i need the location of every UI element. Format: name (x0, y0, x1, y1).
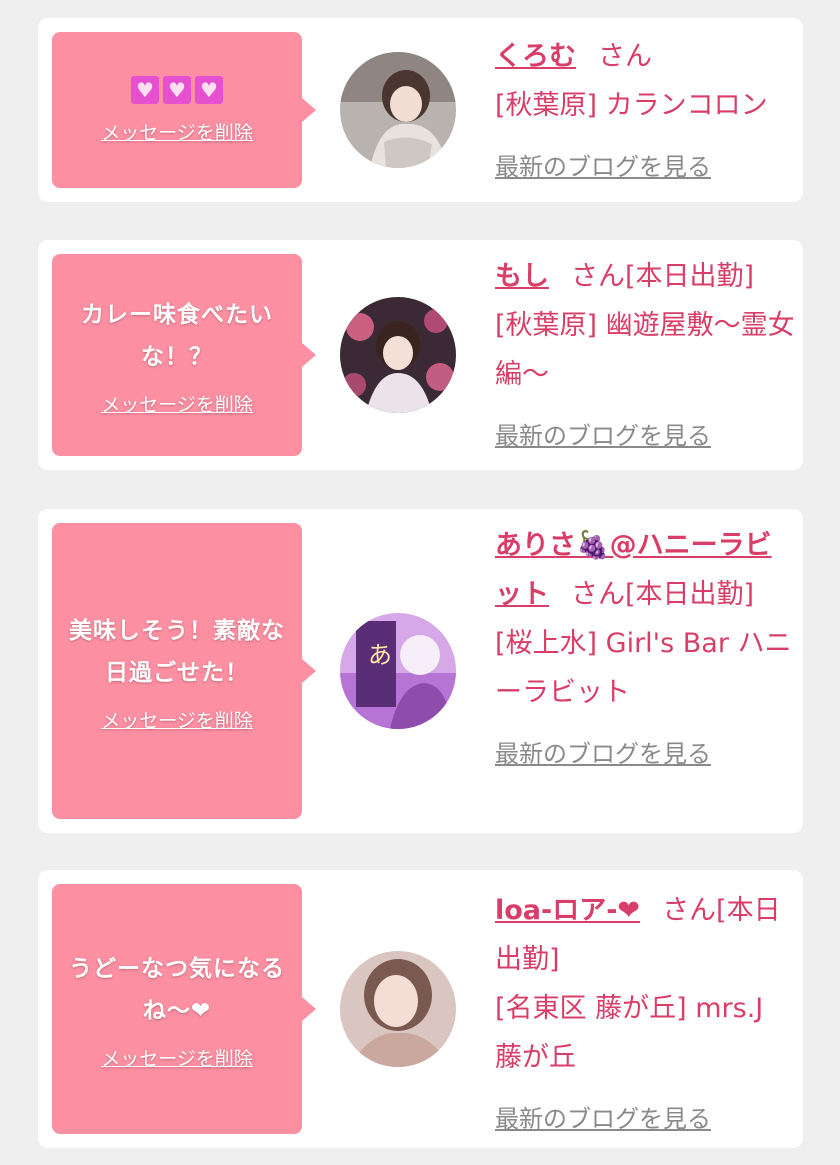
message-card: ♥ ♥ ♥ メッセージを削除 くろむ さん [秋葉原] カランコロン 最新のブログ… (38, 18, 803, 202)
message-bubble: 美味しそう！素敵な日過ごせた！ メッセージを削除 (52, 523, 316, 819)
shop-name: [秋葉原] 幽遊屋敷〜霊女編〜 (495, 310, 795, 390)
message-text: カレー味食べたいな！？ (81, 301, 273, 370)
cast-name-row: もし さん[本日出勤] (495, 252, 795, 301)
cast-info: くろむ さん [秋葉原] カランコロン 最新のブログを見る (495, 32, 795, 192)
cast-info: ありさ🍇@ハニーラビット さん[本日出勤] [桜上水] Girl's Bar ハニ… (495, 521, 795, 779)
latest-blog-link[interactable]: 最新のブログを見る (495, 730, 711, 779)
honorific: さん[本日出勤] (571, 261, 755, 292)
message-card: 美味しそう！素敵な日過ごせた！ メッセージを削除 あ ありさ🍇@ハニーラビットさ… (38, 509, 803, 833)
delete-message-link[interactable]: メッセージを削除 (101, 118, 253, 145)
honorific: さん (598, 41, 652, 72)
avatar[interactable]: あ (340, 613, 456, 729)
latest-blog-link[interactable]: 最新のブログを見る (495, 143, 711, 192)
cast-name-link[interactable]: もし (495, 261, 549, 292)
latest-blog-link[interactable]: 最新のブログを見る (495, 1095, 711, 1144)
cast-info: loa-ロア-❤ さん[本日出勤] [名東区 藤が丘] mrs.J 藤が丘 最新の… (495, 886, 795, 1144)
delete-message-link[interactable]: メッセージを削除 (101, 390, 253, 417)
cast-name-row: くろむ さん (495, 32, 795, 81)
heart-icon: ♥ (131, 75, 159, 104)
message-card: カレー味食べたいな！？ メッセージを削除 もし さん[本日出勤] [秋葉原] 幽遊… (38, 240, 803, 470)
heart-icon: ♥ (163, 75, 191, 104)
latest-blog-link[interactable]: 最新のブログを見る (495, 412, 711, 461)
message-card: うどーなつ気になるね〜❤ メッセージを削除 loa-ロア-❤ さん[本日出勤] [… (38, 870, 803, 1148)
message-bubble: うどーなつ気になるね〜❤ メッセージを削除 (52, 884, 316, 1134)
cast-info: もし さん[本日出勤] [秋葉原] 幽遊屋敷〜霊女編〜 最新のブログを見る (495, 252, 795, 461)
message-text: うどーなつ気になるね〜❤ (69, 955, 285, 1024)
honorific: さん[本日出勤] (571, 579, 755, 610)
delete-message-link[interactable]: メッセージを削除 (101, 1044, 253, 1071)
svg-text:あ: あ (368, 641, 392, 669)
shop-name: [秋葉原] カランコロン (495, 90, 768, 121)
avatar[interactable] (340, 297, 456, 413)
cast-name-row: loa-ロア-❤ さん[本日出勤] (495, 886, 795, 984)
message-bubble: ♥ ♥ ♥ メッセージを削除 (52, 32, 316, 188)
message-text: 美味しそう！素敵な日過ごせた！ (69, 617, 285, 686)
message-bubble: カレー味食べたいな！？ メッセージを削除 (52, 254, 316, 456)
avatar[interactable] (340, 951, 456, 1067)
shop-name: [名東区 藤が丘] mrs.J 藤が丘 (495, 993, 764, 1073)
cast-name-row: ありさ🍇@ハニーラビット さん[本日出勤] (495, 521, 795, 619)
heart-icon: ♥ (195, 75, 223, 104)
shop-name: [桜上水] Girl's Bar ハニーラビット (495, 628, 792, 708)
message-text: ♥ ♥ ♥ (131, 75, 223, 104)
cast-name-link[interactable]: くろむ (495, 41, 576, 72)
avatar[interactable] (340, 52, 456, 168)
cast-name-link[interactable]: loa-ロア-❤ (495, 895, 640, 926)
delete-message-link[interactable]: メッセージを削除 (101, 706, 253, 733)
